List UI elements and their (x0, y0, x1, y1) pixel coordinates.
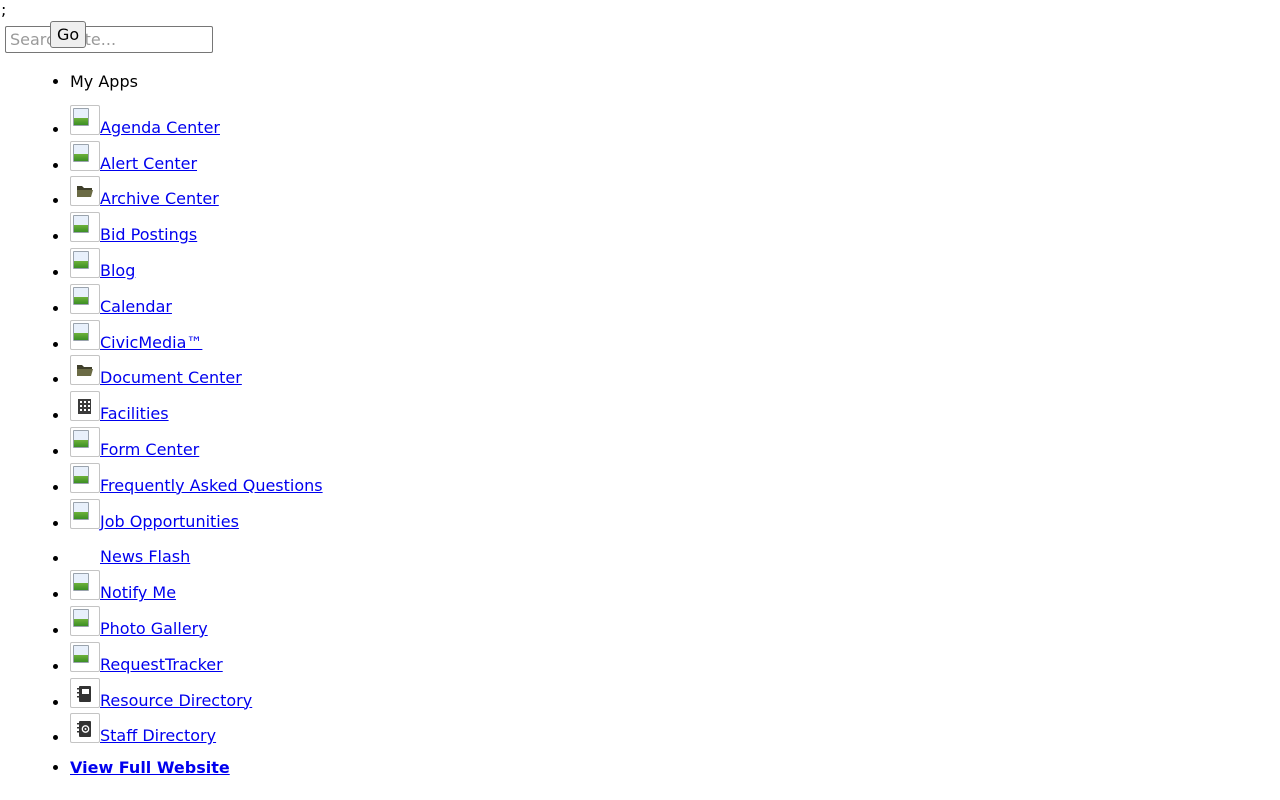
list-item: Bid Postings (70, 206, 323, 244)
broken-image-icon (70, 605, 100, 636)
list-item: Staff Directory (70, 708, 323, 746)
broken-image-icon (70, 426, 100, 457)
broken-image-icon (70, 104, 100, 135)
my-apps-list: My Apps Agenda Center Alert Center Archi… (0, 64, 323, 746)
broken-image-icon (70, 319, 100, 350)
list-item: Calendar (70, 278, 323, 316)
blank-icon (70, 534, 100, 565)
go-button[interactable]: Go (50, 21, 87, 48)
broken-image-icon (70, 462, 100, 493)
list-item: Alert Center (70, 135, 323, 173)
broken-image-icon (70, 283, 100, 314)
broken-image-icon (70, 641, 100, 672)
list-item: View Full Website (70, 756, 230, 780)
broken-image-icon (70, 570, 100, 601)
list-item: Resource Directory (70, 672, 323, 710)
search-input[interactable] (5, 26, 213, 53)
view-full-website-link[interactable]: View Full Website (70, 758, 230, 777)
list-item: Agenda Center (70, 99, 323, 137)
folder-icon (70, 355, 100, 386)
search-form: Go (5, 21, 213, 53)
list-item: Archive Center (70, 171, 323, 208)
list-item: Form Center (70, 421, 323, 459)
footer-list: View Full Website (0, 756, 230, 780)
broken-image-icon (70, 247, 100, 278)
broken-image-icon (70, 212, 100, 243)
list-item: Document Center (70, 350, 323, 387)
address-book-icon (70, 713, 100, 744)
list-item: CivicMedia™ (70, 314, 323, 352)
broken-image-icon (70, 498, 100, 529)
list-item: Frequently Asked Questions (70, 457, 323, 495)
list-item: News Flash (70, 529, 323, 566)
list-item: Notify Me (70, 564, 323, 602)
stray-semicolon: ; (1, 0, 7, 19)
list-item: RequestTracker (70, 636, 323, 674)
broken-image-icon (70, 140, 100, 171)
building-icon (70, 391, 100, 422)
my-apps-heading: My Apps (70, 64, 323, 99)
app-link-staff-directory[interactable]: Staff Directory (100, 726, 216, 746)
list-item: Blog (70, 242, 323, 280)
list-item: Job Opportunities (70, 493, 323, 531)
list-item: Facilities (70, 385, 323, 423)
list-item: Photo Gallery (70, 600, 323, 638)
notebook-icon (70, 677, 100, 708)
folder-icon (70, 176, 100, 207)
